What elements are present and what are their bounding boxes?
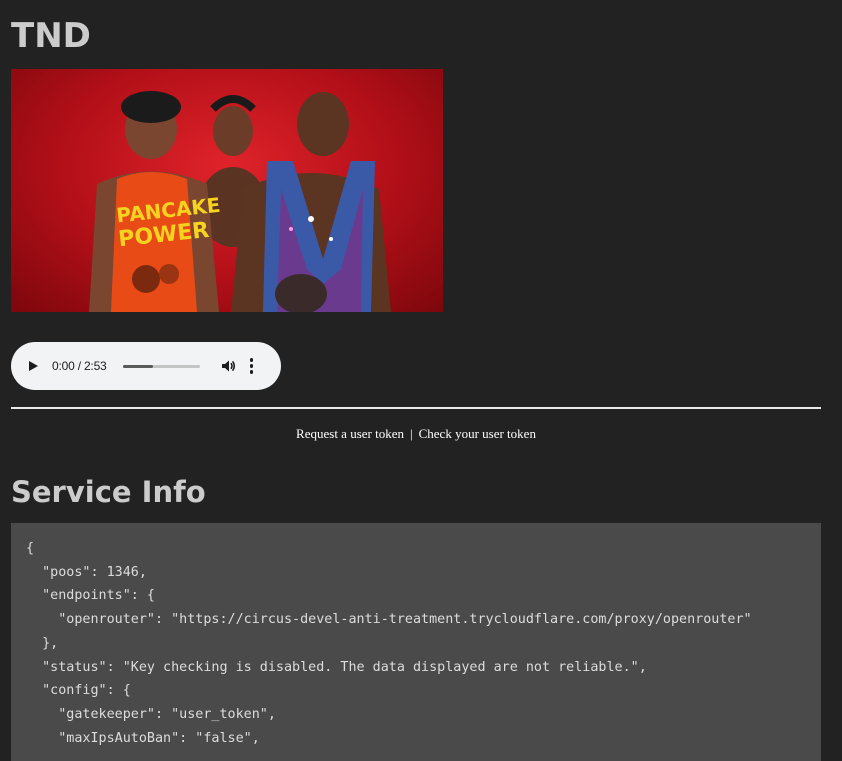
request-token-link[interactable]: Request a user token <box>296 426 404 441</box>
json-line: "maxIpsAutoBan": "false", <box>26 730 260 746</box>
json-line: "endpoints": { <box>26 588 155 604</box>
page-title: TND <box>11 16 91 56</box>
json-line: { <box>26 541 35 556</box>
more-options-icon[interactable] <box>249 358 254 374</box>
json-line: "config": { <box>26 683 131 699</box>
link-separator: | <box>410 426 413 441</box>
audio-seek-bar[interactable] <box>122 364 200 368</box>
json-line: "openrouter": "https://circus-devel-anti… <box>26 612 752 628</box>
divider <box>11 407 821 409</box>
hero-image: PANCAKE POWER <box>11 69 443 312</box>
json-line: "poos": 1346, <box>26 564 147 580</box>
token-links: Request a user token | Check your user tok… <box>11 426 821 442</box>
json-line: "status": "Key checking is disabled. The… <box>26 659 647 675</box>
check-token-link[interactable]: Check your user token <box>419 426 536 441</box>
audio-player[interactable]: 0:00 / 2:53 <box>11 342 281 390</box>
play-icon[interactable] <box>29 361 38 371</box>
hero-illustration: PANCAKE POWER <box>89 91 391 312</box>
page: TND PANCAKE POWER 0:00 / 2:53 Request a … <box>0 0 842 761</box>
service-info-heading: Service Info <box>11 475 206 509</box>
json-line: }, <box>26 635 59 651</box>
volume-icon[interactable] <box>220 358 236 374</box>
json-line: "gatekeeper": "user_token", <box>26 706 276 722</box>
service-info-json: { "poos": 1346, "endpoints": { "openrout… <box>11 523 821 761</box>
audio-time: 0:00 / 2:53 <box>52 359 107 373</box>
audio-seek-progress <box>122 364 154 368</box>
